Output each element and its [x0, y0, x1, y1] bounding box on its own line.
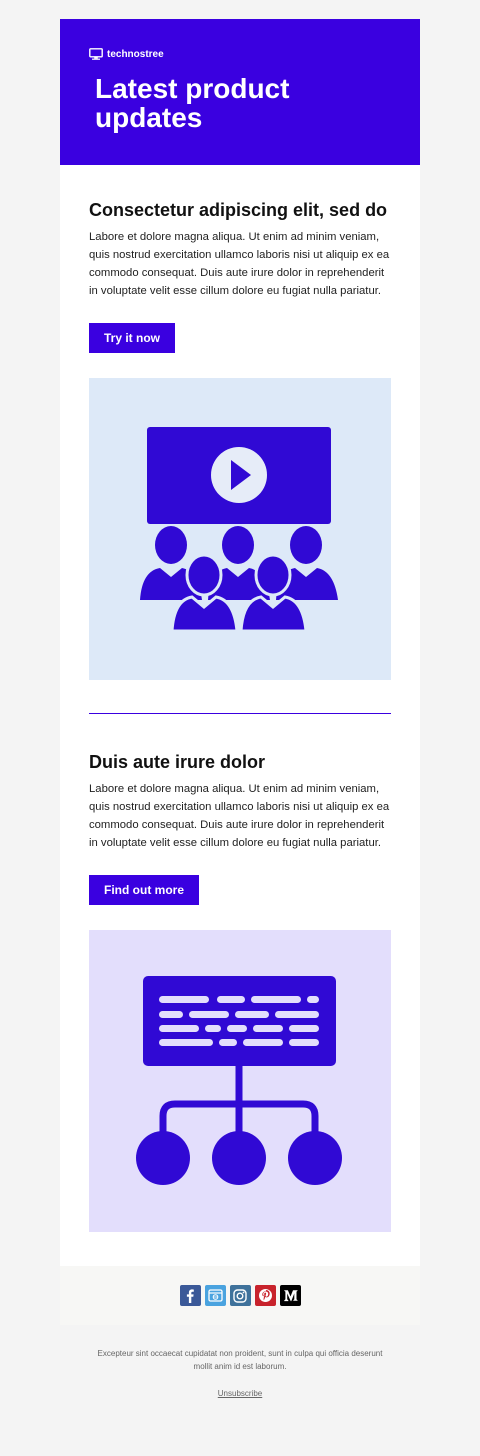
main-content: Consectetur adipiscing elit, sed do Labo… [60, 165, 420, 1266]
try-it-now-button[interactable]: Try it now [89, 323, 176, 353]
unsubscribe-link[interactable]: Unsubscribe [218, 1389, 262, 1398]
footer: Excepteur sint occaecat cupidatat non pr… [60, 1325, 420, 1401]
network-illustration [89, 930, 391, 1232]
section-body: Labore et dolore magna aliqua. Ut enim a… [89, 783, 390, 849]
section-body: Labore et dolore magna aliqua. Ut enim a… [89, 231, 390, 297]
brand[interactable]: technostree [89, 47, 391, 61]
section-divider [89, 713, 391, 714]
monitor-icon [89, 48, 103, 60]
website-icon[interactable] [204, 1285, 226, 1306]
facebook-icon[interactable] [179, 1285, 201, 1306]
section-heading: Consectetur adipiscing elit, sed do [89, 200, 388, 220]
hero-banner: technostree Latest product updates [60, 19, 420, 165]
section-2: Duis aute irure dolor Labore et dolore m… [89, 751, 391, 1232]
find-out-more-button[interactable]: Find out more [89, 875, 199, 905]
hero-title: Latest product updates [95, 73, 290, 133]
footer-text: Excepteur sint occaecat cupidatat non pr… [97, 1349, 383, 1371]
brand-name: technostree [107, 48, 164, 60]
email-container: technostree Latest product updates Conse… [60, 19, 420, 1401]
section-heading: Duis aute irure dolor [89, 752, 266, 772]
medium-icon[interactable] [279, 1285, 301, 1306]
section-1: Consectetur adipiscing elit, sed do Labo… [89, 199, 391, 680]
video-presentation-audience-icon [140, 427, 338, 631]
video-presentation-illustration [89, 378, 391, 680]
social-bar [60, 1266, 420, 1325]
pinterest-icon[interactable] [254, 1285, 276, 1306]
network-hierarchy-icon [136, 976, 342, 1185]
instagram-icon[interactable] [229, 1285, 251, 1306]
